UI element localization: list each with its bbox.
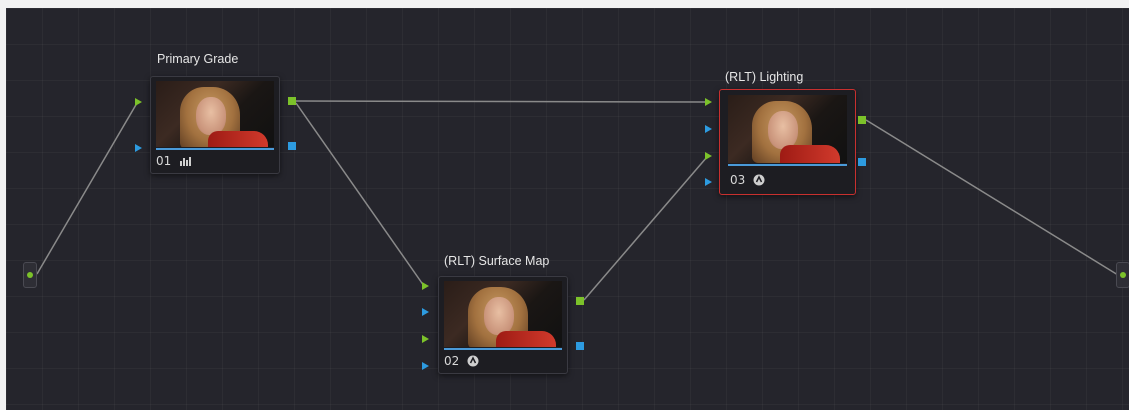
node-number: 03 [730, 173, 746, 187]
node-02-key-input-1[interactable] [422, 308, 429, 316]
node-02-key-input-2[interactable] [422, 362, 429, 370]
node-01-rgb-output[interactable] [288, 97, 296, 105]
node-03-rgb-output[interactable] [858, 116, 866, 124]
node-thumbnail-bar [728, 164, 847, 166]
node-03-rgb-input-2[interactable] [705, 152, 712, 160]
node-thumbnail-bar [444, 348, 562, 350]
node-02-rgb-output[interactable] [576, 297, 584, 305]
node-01-key-input[interactable] [135, 144, 142, 152]
output-port[interactable] [1120, 272, 1126, 278]
output-icon[interactable] [1116, 262, 1129, 288]
node-thumbnail [156, 81, 274, 147]
source-port[interactable] [27, 272, 33, 278]
node-02-title: (RLT) Surface Map [444, 254, 550, 268]
node-number: 01 [156, 154, 172, 168]
node-01-key-output[interactable] [288, 142, 296, 150]
node-01-rgb-input[interactable] [135, 98, 142, 106]
node-02-rgb-input-2[interactable] [422, 335, 429, 343]
histogram-icon [179, 156, 192, 166]
node-03-title: (RLT) Lighting [725, 70, 804, 84]
resolvefx-icon [753, 174, 765, 186]
node-number: 02 [444, 354, 460, 368]
node-editor: Primary Grade 01 (RLT) Surface Map 02 (R… [0, 0, 1129, 410]
node-03-key-output[interactable] [858, 158, 866, 166]
node-02-rgb-input-1[interactable] [422, 282, 429, 290]
node-thumbnail [444, 281, 562, 347]
resolvefx-icon [467, 355, 479, 367]
node-02-key-output[interactable] [576, 342, 584, 350]
source-input-icon[interactable] [23, 262, 37, 288]
node-01-title: Primary Grade [157, 52, 239, 66]
node-thumbnail-bar [156, 148, 274, 150]
node-03-key-input-1[interactable] [705, 125, 712, 133]
node-03-key-input-2[interactable] [705, 178, 712, 186]
node-03[interactable]: 03 [719, 89, 856, 195]
node-03-rgb-input-1[interactable] [705, 98, 712, 106]
node-02[interactable]: 02 [438, 276, 568, 374]
node-01[interactable]: 01 [150, 76, 280, 174]
node-thumbnail [728, 95, 847, 163]
